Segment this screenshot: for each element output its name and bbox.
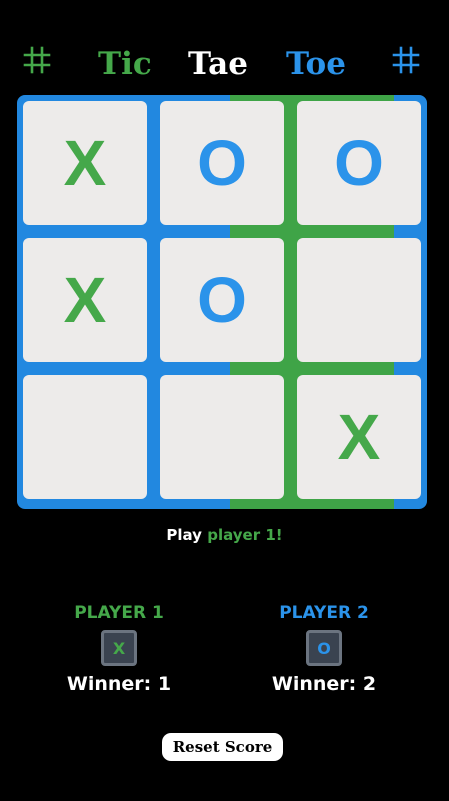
player-2-mark: O: [306, 630, 342, 666]
header: Tic Tae Toe: [0, 40, 449, 90]
status-prefix: Play: [166, 526, 202, 544]
turn-status: Play player 1!: [0, 526, 449, 544]
title-tic: Tic: [98, 46, 152, 82]
board-cell-1[interactable]: X: [23, 101, 147, 225]
board-cell-8[interactable]: [160, 375, 284, 499]
title-toe: Toe: [286, 46, 346, 82]
game-board: X O O X O X: [17, 95, 427, 509]
hash-icon: [23, 46, 51, 74]
player-1-mark: X: [101, 630, 137, 666]
player-2-card: PLAYER 2 O Winner: 2: [244, 602, 404, 696]
board-cell-7[interactable]: [23, 375, 147, 499]
board-cell-4[interactable]: X: [23, 238, 147, 362]
player-1-card: PLAYER 1 X Winner: 1: [39, 602, 199, 696]
title-tae: Tae: [188, 46, 248, 82]
hash-icon: [392, 46, 420, 74]
board-cell-9[interactable]: X: [297, 375, 421, 499]
board-cell-2[interactable]: O: [160, 101, 284, 225]
player-2-winner: Winner: 2: [271, 673, 377, 695]
board-cell-6[interactable]: [297, 238, 421, 362]
player-1-winner: Winner: 1: [66, 673, 172, 695]
player-1-name: PLAYER 1: [74, 603, 164, 623]
board-cell-5[interactable]: O: [160, 238, 284, 362]
player-2-name: PLAYER 2: [279, 603, 369, 623]
reset-score-button[interactable]: Reset Score: [162, 733, 283, 761]
board-cell-3[interactable]: O: [297, 101, 421, 225]
status-player: player 1!: [207, 526, 283, 544]
